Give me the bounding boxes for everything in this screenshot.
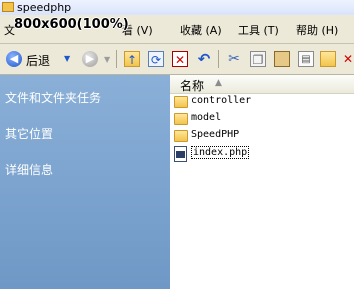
sidebar-item-details[interactable]: 详细信息 <box>5 161 53 178</box>
php-file-icon <box>174 146 187 162</box>
copy-icon[interactable]: ❐ <box>250 51 266 67</box>
separator <box>116 50 117 68</box>
cut-icon[interactable]: ✂ <box>226 51 242 67</box>
column-header-name[interactable]: 名称 ▲ <box>170 75 354 94</box>
list-item[interactable]: model <box>174 111 352 127</box>
delete-icon[interactable]: ✕ <box>172 51 188 67</box>
back-button[interactable]: ◀ 后退 ▼ <box>4 49 84 69</box>
sidebar-item-file-tasks[interactable]: 文件和文件夹任务 <box>5 89 101 106</box>
folder-icon <box>174 130 188 142</box>
separator <box>218 50 219 68</box>
menu-help[interactable]: 帮助 (H) <box>296 22 338 38</box>
column-header-label: 名称 <box>180 79 205 93</box>
file-list: 名称 ▲ controller model SpeedPHP index.php <box>170 75 354 289</box>
file-name: SpeedPHP <box>191 129 240 140</box>
task-pane: 文件和文件夹任务 其它位置 详细信息 <box>0 75 170 289</box>
folder-icon[interactable] <box>320 51 336 67</box>
menu-tools[interactable]: 工具 (T) <box>238 22 279 38</box>
back-label: 后退 <box>26 54 51 68</box>
menu-favorites[interactable]: 收藏 (A) <box>180 22 222 38</box>
list-item[interactable]: index.php <box>174 146 352 162</box>
folder-icon <box>174 96 188 108</box>
paste-icon[interactable] <box>274 51 290 67</box>
properties-icon[interactable]: ▤ <box>298 51 314 67</box>
close-icon[interactable]: ✕ <box>340 51 354 67</box>
forward-icon[interactable]: ▶ <box>82 51 98 67</box>
sidebar-item-other-places[interactable]: 其它位置 <box>5 125 53 142</box>
list-item[interactable]: controller <box>174 94 352 110</box>
folder-icon <box>174 113 188 125</box>
title-bar: speedphp <box>0 0 354 15</box>
toolbar: ◀ 后退 ▼ ▶ ▼ ↑ ⟳ ✕ ↶ ✂ ❐ ▤ ✕ <box>0 44 354 75</box>
undo-icon[interactable]: ↶ <box>196 51 212 67</box>
file-name: index.php <box>191 146 250 159</box>
file-name: model <box>191 112 222 123</box>
up-folder-icon[interactable]: ↑ <box>124 51 140 67</box>
zoom-overlay: 800x600(100%) <box>14 17 129 32</box>
chevron-down-icon[interactable]: ▼ <box>64 54 70 63</box>
window-title: speedphp <box>17 1 72 14</box>
file-name: controller <box>191 95 252 106</box>
folder-icon <box>2 2 14 12</box>
chevron-down-icon[interactable]: ▼ <box>104 55 110 64</box>
back-icon: ◀ <box>6 51 22 67</box>
sync-icon[interactable]: ⟳ <box>148 51 164 67</box>
list-item[interactable]: SpeedPHP <box>174 128 352 144</box>
sort-ascending-icon: ▲ <box>215 78 222 88</box>
